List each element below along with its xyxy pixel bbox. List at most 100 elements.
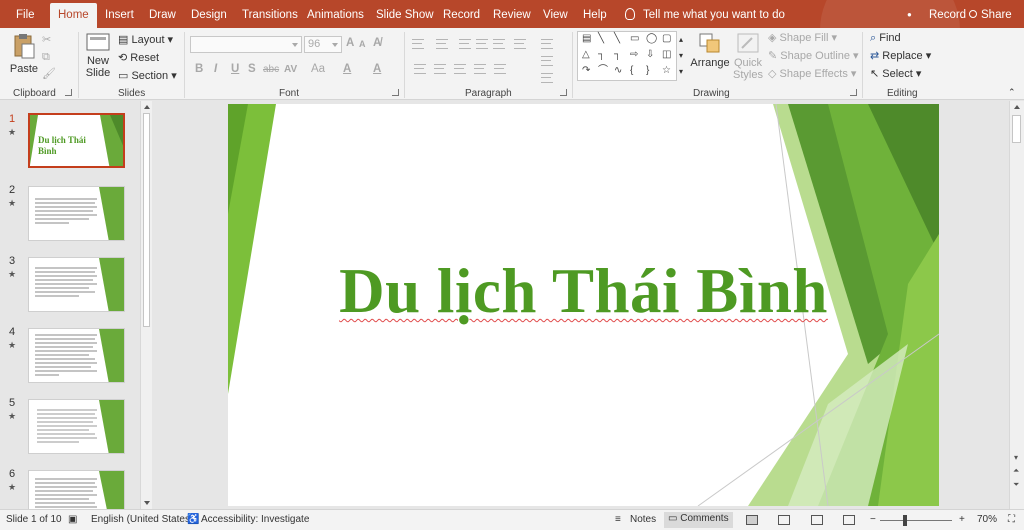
slide-canvas[interactable]: Du lịch Thái Bình bbox=[228, 104, 939, 506]
section-button[interactable]: ▭ Section ▾ bbox=[118, 68, 177, 84]
slide-thumbnail[interactable] bbox=[28, 399, 125, 454]
slide-sorter-view-icon[interactable] bbox=[778, 515, 790, 525]
notes-button[interactable]: Notes bbox=[630, 514, 656, 525]
shadow-button[interactable]: S bbox=[248, 63, 256, 75]
scroll-down-icon[interactable] bbox=[144, 501, 150, 505]
smartart-icon[interactable] bbox=[541, 73, 553, 83]
tab-help[interactable]: Help bbox=[583, 0, 607, 28]
rectangle-shape-icon[interactable]: ▭ bbox=[630, 34, 639, 44]
zoom-level[interactable]: 70% bbox=[977, 514, 997, 525]
align-center-icon[interactable] bbox=[434, 64, 446, 74]
fit-to-window-icon[interactable]: ⛶ bbox=[1008, 514, 1015, 525]
reset-button[interactable]: ⟲ Reset bbox=[118, 50, 159, 66]
character-spacing-button[interactable]: AV bbox=[284, 64, 297, 75]
align-left-icon[interactable] bbox=[414, 64, 426, 74]
increase-font-size-icon[interactable]: A bbox=[346, 37, 354, 49]
new-slide-button[interactable]: New Slide bbox=[83, 32, 113, 79]
arrow-right-shape-icon[interactable]: ⇨ bbox=[630, 50, 638, 60]
text-box-shape-icon[interactable]: ▤ bbox=[582, 34, 591, 44]
shapes-more-icon[interactable]: ▾ bbox=[679, 64, 683, 80]
reading-view-icon[interactable] bbox=[811, 515, 823, 525]
slide-scrollbar[interactable]: ▾ ⏶ ⏷ bbox=[1009, 101, 1024, 509]
shapes-scroll-up-icon[interactable]: ▴ bbox=[679, 32, 683, 48]
tab-home[interactable]: Home bbox=[50, 3, 97, 28]
cut-icon[interactable]: ✂ bbox=[42, 32, 51, 48]
line-shape-icon[interactable]: ╲ bbox=[598, 34, 604, 44]
zoom-in-icon[interactable]: + bbox=[959, 514, 965, 525]
slide-thumbnail[interactable]: Du lịch Thái Bình bbox=[28, 113, 125, 168]
brace-shape-icon[interactable]: } bbox=[646, 66, 649, 76]
tab-design[interactable]: Design bbox=[191, 0, 227, 28]
shapes-scroll-down-icon[interactable]: ▾ bbox=[679, 48, 683, 64]
tab-animations[interactable]: Animations bbox=[307, 0, 364, 28]
tab-file[interactable]: File bbox=[16, 0, 35, 28]
share-button[interactable]: Share bbox=[969, 0, 1012, 30]
font-color-button[interactable]: A bbox=[373, 63, 381, 75]
tab-record[interactable]: Record bbox=[443, 0, 480, 28]
select-button[interactable]: ↖ Select ▾ bbox=[870, 66, 921, 82]
normal-view-icon[interactable] bbox=[746, 515, 758, 525]
change-case-button[interactable]: Aa bbox=[311, 63, 325, 75]
oval-shape-icon[interactable]: ◯ bbox=[646, 34, 657, 44]
decrease-font-size-icon[interactable]: A bbox=[359, 39, 366, 49]
rounded-rectangle-shape-icon[interactable]: ▢ bbox=[662, 34, 671, 44]
shapes-gallery[interactable]: ▤ ╲ ╲ ▭ ◯ ▢ △ ┐ ┐ ⇨ ⇩ ◫ ↷ ⌒ ∿ { } ☆ bbox=[577, 31, 677, 81]
tell-me-search[interactable]: Tell me what you want to do bbox=[625, 0, 785, 28]
clear-formatting-icon[interactable]: A̸ bbox=[373, 37, 381, 49]
line-shape-icon[interactable]: ╲ bbox=[614, 34, 620, 44]
record-button[interactable]: Record bbox=[929, 0, 966, 30]
tab-insert[interactable]: Insert bbox=[105, 0, 134, 28]
align-right-icon[interactable] bbox=[454, 64, 466, 74]
find-button[interactable]: ⌕ Find bbox=[870, 30, 901, 46]
align-text-icon[interactable] bbox=[541, 56, 553, 66]
font-size-combo[interactable]: 96 bbox=[304, 36, 342, 53]
zoom-out-icon[interactable]: − bbox=[870, 514, 876, 525]
shape-effects-button[interactable]: ◇ Shape Effects ▾ bbox=[768, 66, 856, 82]
clipboard-launcher-icon[interactable] bbox=[65, 89, 72, 96]
slide-thumbnail[interactable] bbox=[28, 470, 125, 509]
italic-button[interactable]: I bbox=[214, 63, 217, 75]
previous-slide-icon[interactable]: ⏶ bbox=[1013, 467, 1019, 475]
bullets-icon[interactable] bbox=[412, 39, 424, 49]
curve-shape-icon[interactable]: ⌒ bbox=[598, 66, 608, 76]
tab-draw[interactable]: Draw bbox=[149, 0, 176, 28]
distributed-icon[interactable] bbox=[494, 64, 506, 74]
scroll-thumb[interactable] bbox=[143, 113, 150, 327]
text-direction-icon[interactable] bbox=[541, 39, 553, 49]
drawing-launcher-icon[interactable] bbox=[850, 89, 857, 96]
zoom-slider[interactable] bbox=[880, 520, 952, 521]
paragraph-launcher-icon[interactable] bbox=[560, 89, 567, 96]
scroll-thumb[interactable] bbox=[1012, 115, 1021, 143]
bold-button[interactable]: B bbox=[195, 63, 203, 75]
slide-show-view-icon[interactable] bbox=[843, 515, 855, 525]
slide-thumbnail[interactable] bbox=[28, 257, 125, 312]
replace-button[interactable]: ⇄ Replace ▾ bbox=[870, 48, 931, 64]
comments-button[interactable]: ▭ Comments bbox=[664, 512, 733, 528]
shape-outline-button[interactable]: ✎ Shape Outline ▾ bbox=[768, 48, 859, 64]
shape-fill-button[interactable]: ◈ Shape Fill ▾ bbox=[768, 30, 837, 46]
arrange-button[interactable]: Arrange bbox=[690, 32, 730, 69]
triangle-shape-icon[interactable]: △ bbox=[582, 50, 590, 60]
scroll-shape-icon[interactable]: ◫ bbox=[662, 50, 671, 60]
elbow-connector-icon[interactable]: ┐ bbox=[614, 50, 621, 60]
freeform-shape-icon[interactable]: ∿ bbox=[614, 66, 622, 76]
scroll-down-icon[interactable]: ▾ bbox=[1014, 453, 1018, 462]
scroll-up-icon[interactable] bbox=[144, 105, 150, 109]
copy-icon[interactable]: ⧉ bbox=[42, 49, 50, 65]
arrow-down-shape-icon[interactable]: ⇩ bbox=[646, 50, 654, 60]
tab-transitions[interactable]: Transitions bbox=[242, 0, 298, 28]
tab-review[interactable]: Review bbox=[493, 0, 531, 28]
increase-indent-icon[interactable] bbox=[476, 39, 488, 49]
star-shape-icon[interactable]: ☆ bbox=[662, 66, 671, 76]
brace-shape-icon[interactable]: { bbox=[630, 66, 633, 76]
thumbnail-scrollbar[interactable] bbox=[140, 101, 152, 509]
line-spacing-icon[interactable] bbox=[493, 39, 505, 49]
tab-slide-show[interactable]: Slide Show bbox=[376, 0, 434, 28]
columns-icon[interactable] bbox=[514, 39, 526, 49]
slide-thumbnail[interactable] bbox=[28, 186, 125, 241]
layout-button[interactable]: ▤ Layout ▾ bbox=[118, 32, 173, 48]
font-name-combo[interactable] bbox=[190, 36, 302, 53]
quick-styles-button[interactable]: Quick Styles bbox=[731, 32, 765, 81]
accessibility-status[interactable]: Accessibility: Investigate bbox=[201, 514, 309, 525]
tab-view[interactable]: View bbox=[543, 0, 568, 28]
